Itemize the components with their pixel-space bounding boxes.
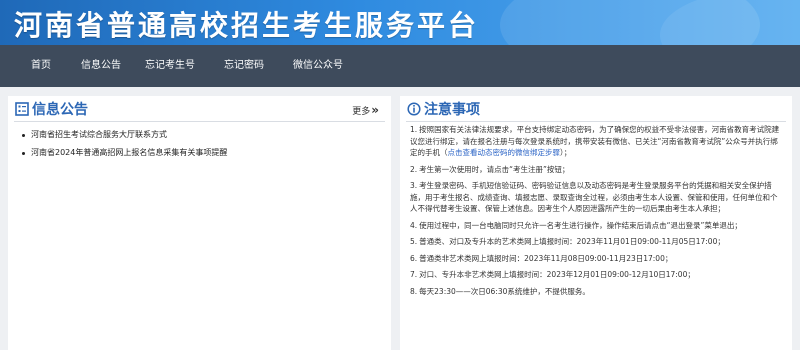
site-title: 河南省普通高校招生考生服务平台 <box>14 9 480 42</box>
nav-item-announcements[interactable]: 信息公告 <box>81 45 121 87</box>
notice-number: 7. <box>410 270 418 279</box>
announcement-item[interactable]: 河南省招生考试综合服务大厅联系方式 <box>22 126 381 144</box>
notice-number: 5. <box>410 237 418 246</box>
notice-panel-header: 注意事项 <box>400 96 792 122</box>
nav-item-forgot-password[interactable]: 忘记密码 <box>224 45 264 87</box>
wechat-binding-steps-link[interactable]: 点击查看动态密码的微信绑定步骤 <box>448 148 561 157</box>
info-panel-header: 信息公告 更多» <box>8 96 391 122</box>
header-divider <box>406 121 786 122</box>
notice-text: 普通类、对口及专升本的艺术类网上填报时间：2023年11月01日09:00-11… <box>419 237 725 246</box>
notice-text: 考生登录密码、手机短信验证码、密码验证信息以及动态密码是考生登录服务平台的凭据和… <box>410 181 778 213</box>
notice-text: 使用过程中，同一台电脑同时只允许一名考生进行操作，操作结束后请点击“退出登录”菜… <box>419 220 742 230</box>
notice-item: 1. 按照国家有关法律法规要求，平台支持绑定动态密码，为了确保您的权益不受非法侵害… <box>410 124 782 159</box>
notice-item: 7. 对口、专升本非艺术类网上填报时间：2023年12月01日09:00-12月1… <box>410 269 782 281</box>
notice-text-tail: ）； <box>560 148 572 157</box>
header-divider <box>14 121 385 122</box>
info-circle-icon <box>407 102 421 116</box>
more-link-label: 更多 <box>352 107 371 117</box>
notice-number: 8. <box>410 286 418 296</box>
notice-item: 6. 普通类非艺术类网上填报时间：2023年11月08日09:00-11月23日1… <box>410 253 782 265</box>
info-panel: 信息公告 更多» 河南省招生考试综合服务大厅联系方式 河南省2024年普通高招网… <box>8 96 391 350</box>
notice-number: 1. <box>410 125 418 134</box>
notice-item: 5. 普通类、对口及专升本的艺术类网上填报时间：2023年11月01日09:00-… <box>410 236 782 248</box>
document-list-icon <box>15 102 29 116</box>
site-header: 河南省普通高校招生考生服务平台 <box>0 0 800 45</box>
notice-item: 2. 考生第一次使用时，请点击“考生注册”按钮； <box>410 164 782 176</box>
notice-panel-title: 注意事项 <box>424 102 480 118</box>
notice-text: 普通类非艺术类网上填报时间：2023年11月08日09:00-11月23日17:… <box>419 253 673 263</box>
announcement-list: 河南省招生考试综合服务大厅联系方式 河南省2024年普通高招网上报名信息采集有关… <box>22 126 381 162</box>
notice-item: 3. 考生登录密码、手机短信验证码、密码验证信息以及动态密码是考生登录服务平台的凭… <box>410 180 782 215</box>
nav-item-forgot-candidate-number[interactable]: 忘记考生号 <box>145 45 195 87</box>
main-nav: 首页 信息公告 忘记考生号 忘记密码 微信公众号 <box>0 45 800 87</box>
info-panel-title: 信息公告 <box>32 102 88 118</box>
announcement-item[interactable]: 河南省2024年普通高招网上报名信息采集有关事项提醒 <box>22 144 381 162</box>
notice-text: 考生第一次使用时，请点击“考生注册”按钮； <box>419 164 570 174</box>
notice-list: 1. 按照国家有关法律法规要求，平台支持绑定动态密码，为了确保您的权益不受非法侵害… <box>410 124 782 302</box>
notice-item: 4. 使用过程中，同一台电脑同时只允许一名考生进行操作，操作结束后请点击“退出登录… <box>410 220 782 232</box>
notice-number: 3. <box>410 181 418 190</box>
notice-number: 6. <box>410 253 418 263</box>
notice-text: 每天23:30——次日06:30系统维护，不提供服务。 <box>419 286 590 296</box>
header-decoration <box>660 0 800 45</box>
more-link[interactable]: 更多» <box>352 103 379 117</box>
notice-number: 2. <box>410 164 418 174</box>
notice-text: 对口、专升本非艺术类网上填报时间：2023年12月01日09:00-12月10日… <box>419 270 695 279</box>
notice-number: 4. <box>410 220 418 230</box>
nav-item-wechat-account[interactable]: 微信公众号 <box>293 45 343 87</box>
nav-item-home[interactable]: 首页 <box>31 45 51 87</box>
notice-panel: 注意事项 1. 按照国家有关法律法规要求，平台支持绑定动态密码，为了确保您的权益不… <box>400 96 792 350</box>
double-chevron-right-icon: » <box>371 103 379 117</box>
notice-item: 8. 每天23:30——次日06:30系统维护，不提供服务。 <box>410 286 782 298</box>
